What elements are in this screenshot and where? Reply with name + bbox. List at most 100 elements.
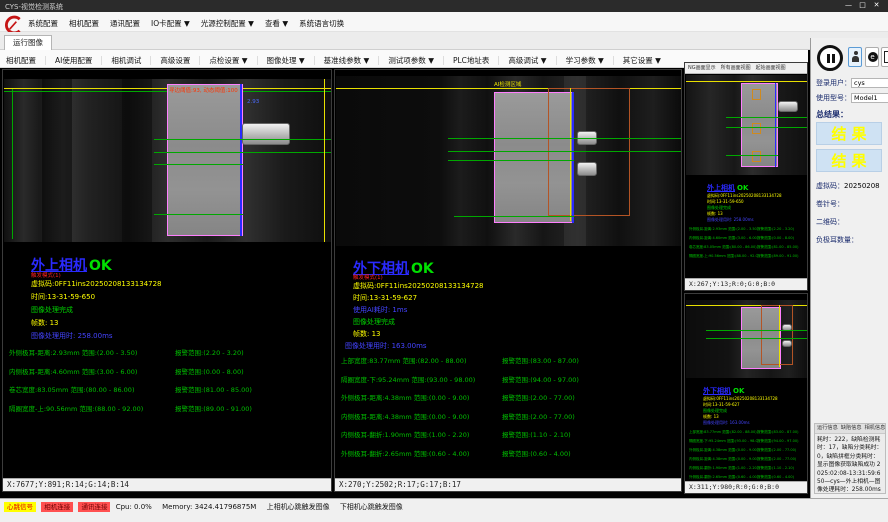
camera-title-upper-mini: 外上相机OK	[707, 183, 748, 193]
barcode-label: 虚拟码：	[816, 182, 844, 190]
overlay-threshold-label: 寻边阈值:93, 动态阈值:100	[169, 86, 238, 94]
pixel-status-bar-thumb-upper: X:267;Y:13;R:0;G:0;B:0	[685, 278, 807, 290]
menu-language-switch[interactable]: 系统语言切换	[299, 19, 344, 28]
process-time-line: 图像处理用时: 163.00ms	[345, 341, 427, 351]
info-tab-camera[interactable]: 相机信息	[865, 425, 886, 431]
tool-advanced-settings[interactable]: 高级设置	[160, 56, 200, 65]
logout-icon	[884, 51, 888, 63]
result-ok-label: OK	[89, 258, 112, 274]
camera-viewport-lower[interactable]: AI检测区域	[336, 76, 681, 246]
tab-all-views[interactable]: 所有画面视图	[721, 65, 751, 71]
menu-system-config[interactable]: 系统配置	[28, 19, 58, 28]
tab-ng-display[interactable]: NG画面显示	[688, 65, 716, 71]
camera-panel-lower: AI检测区域 外下相机OK 触发模式(1) 虚拟码:0FF11ins202502…	[334, 69, 682, 492]
window-title: CYS-视觉检测系统	[5, 2, 63, 12]
process-done-line: 图像处理完成	[353, 317, 395, 327]
lower-camera-trigger-status: 下相机心跳触发图像	[340, 503, 403, 511]
measurement-row: 内侧极耳-翻折:1.90mm 范围:(1.00 - 2.20)报警范围:(1.1…	[341, 429, 679, 439]
menu-light-config[interactable]: 光源控制配置 ▼	[201, 19, 254, 28]
thumbnail-viewport-upper[interactable]	[686, 75, 807, 175]
cpu-usage: Cpu: 0.0%	[116, 503, 152, 511]
trigger-mode-label: 触发模式(1)	[353, 273, 383, 281]
menu-bar: 系统配置 相机配置 通讯配置 IO卡配置 ▼ 光源控制配置 ▼ 查看 ▼ 系统语言切换	[0, 12, 888, 32]
tool-ai-config[interactable]: AI使用配置	[55, 56, 102, 65]
camera-viewport-upper[interactable]: 寻边阈值:93, 动态阈值:100 2.93	[4, 79, 331, 242]
login-user-label: 登录用户：	[816, 79, 851, 87]
process-time-line: 图像处理用时: 258.00ms	[31, 331, 113, 341]
camera-title-lower-mini: 外下相机OK	[703, 386, 744, 396]
tab-strip: 运行图像	[0, 32, 888, 50]
camera-connection-badge: 相机连接	[41, 502, 73, 512]
minimize-button[interactable]: —	[842, 1, 856, 9]
info-tab-run[interactable]: 运行信息	[817, 425, 838, 431]
user-icon	[852, 51, 859, 64]
title-bar: CYS-视觉检测系统 —□✕	[0, 0, 888, 12]
menu-io-config[interactable]: IO卡配置 ▼	[151, 19, 190, 28]
barcode-line: 虚拟码:0FF11ins20250208133134728	[353, 281, 484, 291]
tool-test-params[interactable]: 测试项参数 ▼	[388, 56, 444, 65]
close-button[interactable]: ✕	[870, 1, 884, 9]
qr-code-label: 二维码：	[816, 217, 844, 227]
maximize-button[interactable]: □	[856, 1, 870, 9]
measurement-list-upper-mini: 外侧极耳-距离:2.93mm 范围:(2.00 - 3.50)报警范围:(2.2…	[689, 227, 807, 263]
overlay-metal-glint	[577, 162, 597, 176]
tool-baseline-params[interactable]: 基准线参数 ▼	[324, 56, 380, 65]
tool-plc-address[interactable]: PLC地址表	[453, 56, 499, 65]
measurement-row: 隔圈宽度-下:95.24mm 范围:(93.00 - 98.00)报警范围:(9…	[341, 374, 679, 384]
tool-camera-debug[interactable]: 相机调试	[111, 56, 151, 65]
measurement-list-lower-mini: 上部宽度:83.77mm 范围:(82.00 - 88.00)报警范围:(83.…	[689, 430, 807, 484]
measurement-row: 外侧极耳-距离:4.38mm 范围:(0.00 - 9.00)报警范围:(2.0…	[341, 392, 679, 402]
app-window: CYS-视觉检测系统 —□✕ 系统配置相机配置通讯配置IO卡配置 ▼光源控制配置…	[0, 0, 888, 522]
pause-button[interactable]	[817, 45, 843, 71]
upper-camera-trigger-status: 上相机心跳触发图像	[267, 503, 330, 511]
measurement-row: 外侧极耳-距离:2.93mm 范围:(2.00 - 3.50)报警范围:(2.2…	[9, 347, 329, 357]
thumbnail-viewport-lower[interactable]	[686, 300, 807, 378]
result-display-lower: 结果	[816, 149, 882, 172]
login-user-field[interactable]: cys	[851, 78, 888, 88]
tool-advanced-debug[interactable]: 高级调试 ▼	[508, 56, 556, 65]
measurement-list-lower: 上部宽度:83.77mm 范围:(82.00 - 88.00)报警范围:(83.…	[341, 355, 679, 466]
overlay-measure-label: 2.93	[247, 99, 259, 105]
total-result-label: 总结果：	[816, 109, 848, 120]
trigger-mode-label: 触发模式(1)	[31, 271, 61, 279]
pixel-status-bar-upper: X:7677;Y:891;R:14;G:14;B:14	[3, 478, 331, 491]
e-logo-icon: e	[868, 52, 878, 62]
measurement-row: 内侧极耳-距离:4.38mm 范围:(0.00 - 9.00)报警范围:(2.0…	[341, 411, 679, 421]
control-panel: e 登录用户：cys 使用型号：Model1 总结果： 结果 结果 虚拟码：20…	[810, 38, 888, 498]
tool-other-settings[interactable]: 其它设置 ▼	[623, 56, 670, 65]
menu-camera-config[interactable]: 相机配置	[69, 19, 99, 28]
account-button[interactable]: e	[865, 47, 879, 67]
menu-view[interactable]: 查看 ▼	[265, 19, 288, 28]
camera-panel-upper: 寻边阈值:93, 动态阈值:100 2.93 外上相机OK 触发模式(1) 虚拟…	[2, 69, 332, 492]
thumbnail-panel-lower: 外下相机OK 虚拟码:0FF11ins20250208133134728 时间:…	[684, 293, 808, 494]
pixel-status-bar-lower: X:270;Y:2502;R:17;G:17;B:17	[335, 478, 681, 491]
tool-spotcheck-settings[interactable]: 点检设置 ▼	[209, 56, 257, 65]
tab-start-views[interactable]: 起始画面视图	[756, 65, 786, 71]
run-info-box: 运行信息缺陷信息相机信息 耗时：222，缺陷检测耗时：17，缺陷分类耗时：0，缺…	[814, 423, 886, 494]
comm-connection-badge: 通讯连接	[78, 502, 110, 512]
info-tab-defect[interactable]: 缺陷信息	[841, 425, 862, 431]
overlay-ai-roi	[548, 88, 630, 216]
heartbeat-badge: 心跳信号	[4, 502, 36, 512]
result-display-upper: 结果	[816, 122, 882, 145]
memory-usage: Memory: 3424.41796875M	[162, 503, 256, 511]
overlay-ai-region-label: AI检测区域	[494, 80, 521, 88]
tab-run-image[interactable]: 运行图像	[4, 35, 52, 50]
tool-image-processing[interactable]: 图像处理 ▼	[267, 56, 315, 65]
barcode-line: 虚拟码:0FF11ins20250208133134728	[31, 279, 162, 289]
process-done-line: 图像处理完成	[31, 305, 73, 315]
menu-comm-config[interactable]: 通讯配置	[110, 19, 140, 28]
thumbnail-tabs: NG画面显示所有画面视图起始画面视图	[685, 63, 807, 74]
time-line: 时间:13-31-59-650	[31, 292, 95, 302]
model-label: 使用型号：	[816, 94, 851, 102]
tool-camera-config[interactable]: 相机配置	[6, 56, 46, 65]
result-ok-label: OK	[411, 261, 434, 277]
thumbnail-panel-upper: NG画面显示所有画面视图起始画面视图 外上相机OK 虚拟码:0FF11ins20…	[684, 62, 808, 291]
user-button[interactable]	[848, 47, 862, 67]
tool-learning-params[interactable]: 学习参数 ▼	[566, 56, 614, 65]
ai-time-line: 使用AI耗时: 1ms	[353, 305, 407, 315]
logout-button[interactable]	[881, 47, 888, 67]
model-field[interactable]: Model1	[851, 93, 888, 103]
pin-number-label: 卷针号：	[816, 199, 844, 209]
time-line: 时间:13-31-59-627	[353, 293, 417, 303]
